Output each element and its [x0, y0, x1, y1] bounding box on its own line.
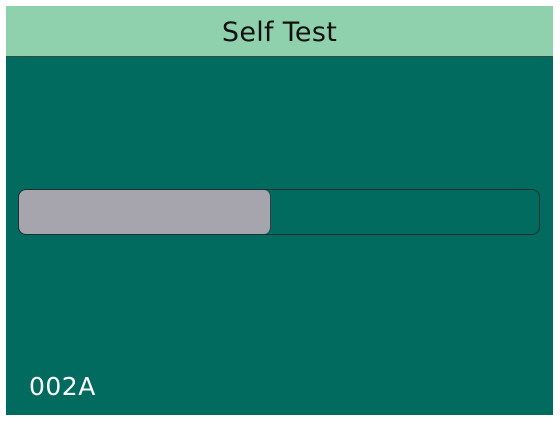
status-code: 002A: [29, 372, 96, 401]
self-test-screen: Self Test 002A: [6, 6, 553, 415]
progress-bar-fill: [19, 190, 272, 234]
progress-bar: [18, 189, 540, 235]
title-bar: Self Test: [6, 6, 553, 57]
page-title: Self Test: [221, 16, 338, 48]
